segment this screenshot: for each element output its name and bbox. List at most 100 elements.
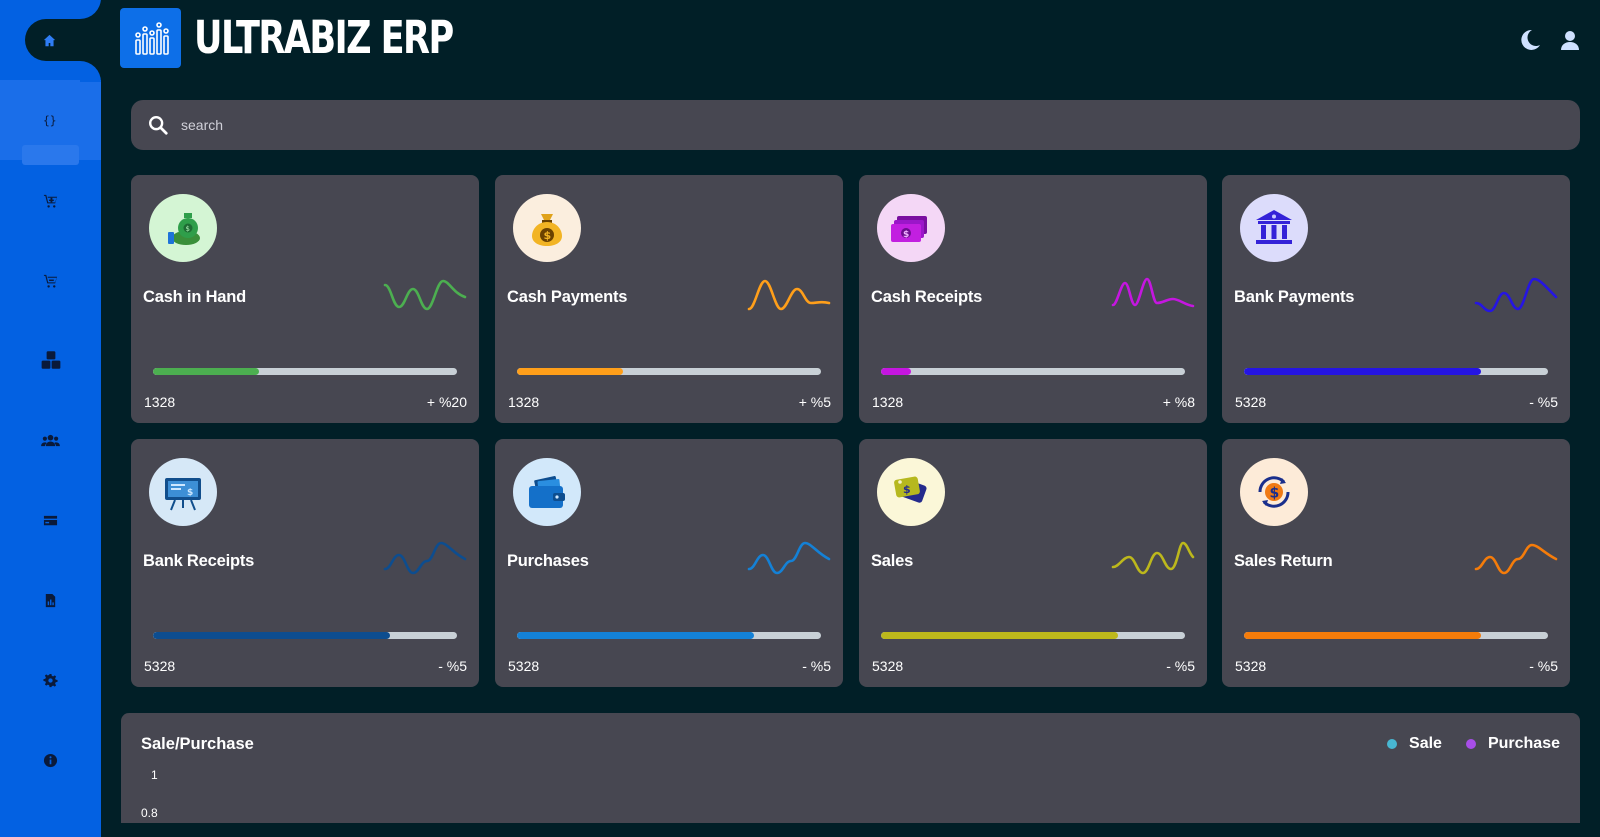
progress-bar: [881, 632, 1185, 639]
stat-value: 5328: [1235, 394, 1267, 410]
search-icon: [149, 116, 168, 135]
sparkline: [1474, 277, 1558, 313]
stat-change: - %5: [1529, 658, 1558, 674]
stat-change: - %5: [802, 658, 831, 674]
legend-dot-sale: [1387, 739, 1398, 749]
sidebar-item-home[interactable]: [25, 19, 109, 61]
stat-value: 1328: [508, 394, 540, 410]
progress-fill: [881, 368, 912, 375]
sparkline: [1474, 543, 1558, 575]
banknotes-icon: $: [877, 194, 945, 262]
chart-title: Sale/Purchase: [141, 735, 254, 753]
money-bag-hand-icon: $: [149, 194, 217, 262]
cart-icon: [43, 194, 58, 208]
progress-bar: [881, 368, 1185, 375]
cart-icon: [43, 274, 58, 288]
sparkline: [383, 279, 467, 311]
user-profile-button[interactable]: [1558, 28, 1582, 52]
sidebar: {}: [0, 0, 109, 837]
wallet-icon: [513, 458, 581, 526]
svg-text:$: $: [903, 483, 911, 496]
stat-change: - %5: [1529, 394, 1558, 410]
code-icon: {}: [43, 114, 57, 127]
sidebar-item-about[interactable]: [0, 720, 101, 800]
stat-change: + %5: [798, 394, 831, 410]
report-icon: [45, 593, 56, 607]
sparkline: [747, 541, 831, 575]
sparkline: [747, 279, 831, 311]
sidebar-item-payments[interactable]: [0, 480, 101, 560]
progress-fill: [153, 368, 260, 375]
sidebar-item-settings[interactable]: [0, 640, 101, 720]
users-icon: [41, 434, 60, 446]
stat-card[interactable]: $ Cash in Hand 1328 + %20: [131, 175, 479, 423]
svg-text:{}: {}: [43, 114, 57, 127]
stat-card[interactable]: $ Cash Receipts 1328 + %8: [859, 175, 1207, 423]
progress-fill: [153, 632, 391, 639]
user-icon: [1561, 31, 1579, 50]
presentation-board-icon: $: [149, 458, 217, 526]
svg-text:$: $: [1270, 486, 1280, 502]
legend-dot-purchase: [1465, 739, 1476, 749]
search-input[interactable]: [181, 117, 1481, 133]
sidebar-item-users[interactable]: [0, 400, 101, 480]
sidebar-item-sales-cart[interactable]: [0, 160, 101, 240]
svg-text:$: $: [903, 230, 909, 240]
progress-bar: [1244, 368, 1548, 375]
boxes-icon: [41, 351, 60, 369]
progress-fill: [1244, 632, 1482, 639]
progress-fill: [881, 632, 1119, 639]
stat-change: - %5: [1166, 658, 1195, 674]
sparkline: [1111, 541, 1195, 575]
bank-icon: [1240, 194, 1308, 262]
search-bar: [131, 100, 1580, 150]
stat-card-title: Sales Return: [1234, 552, 1333, 570]
stat-card-title: Cash Receipts: [871, 288, 983, 306]
y-tick-label: 0.8: [141, 806, 158, 820]
sidebar-item-code[interactable]: {}: [0, 80, 101, 160]
stat-value: 5328: [144, 658, 176, 674]
stat-change: + %20: [426, 394, 467, 410]
progress-bar: [153, 368, 457, 375]
brand-logo[interactable]: [120, 8, 181, 68]
stat-card[interactable]: $ Bank Receipts 5328 - %5: [131, 439, 479, 687]
coin-bag-icon: $: [513, 194, 581, 262]
progress-bar: [517, 632, 821, 639]
stat-card[interactable]: $ Sales Return 5328 - %5: [1222, 439, 1570, 687]
svg-text:$: $: [544, 229, 552, 242]
stat-card[interactable]: Bank Payments 5328 - %5: [1222, 175, 1570, 423]
dollar-return-icon: $: [1240, 458, 1308, 526]
stat-card-title: Purchases: [507, 552, 589, 570]
bar-chart-logo-icon: [134, 22, 169, 55]
legend-item-sale[interactable]: Sale: [1387, 735, 1442, 753]
sidebar-item-inventory[interactable]: [0, 320, 101, 400]
stat-card-title: Cash Payments: [507, 288, 628, 306]
info-icon: [43, 753, 58, 767]
gear-icon: [43, 673, 58, 687]
sale-purchase-chart: Sale/Purchase Sale Purchase 1 0.8: [121, 713, 1580, 823]
home-icon: [43, 34, 56, 46]
stat-value: 1328: [144, 394, 176, 410]
stat-card[interactable]: $ Sales 5328 - %5: [859, 439, 1207, 687]
legend-item-purchase[interactable]: Purchase: [1465, 735, 1560, 753]
stat-card-title: Bank Receipts: [143, 552, 255, 570]
dark-mode-toggle[interactable]: [1518, 28, 1542, 52]
brand-name: ULTRABIZ ERP: [194, 11, 454, 64]
stat-card[interactable]: $ Cash Payments 1328 + %5: [495, 175, 843, 423]
legend-label-sale: Sale: [1409, 735, 1442, 752]
stat-value: 5328: [872, 658, 904, 674]
progress-fill: [1244, 368, 1482, 375]
stat-card-title: Bank Payments: [1234, 288, 1355, 306]
svg-text:$: $: [186, 225, 190, 233]
sidebar-item-reports[interactable]: [0, 560, 101, 640]
progress-fill: [517, 632, 755, 639]
stat-card[interactable]: Purchases 5328 - %5: [495, 439, 843, 687]
price-tags-icon: $: [877, 458, 945, 526]
progress-fill: [517, 368, 624, 375]
y-tick-label: 1: [151, 768, 158, 782]
progress-bar: [153, 632, 457, 639]
sidebar-item-purchase-cart[interactable]: [0, 240, 101, 320]
stat-card-title: Sales: [871, 552, 914, 570]
sparkline: [1111, 277, 1195, 308]
progress-bar: [517, 368, 821, 375]
